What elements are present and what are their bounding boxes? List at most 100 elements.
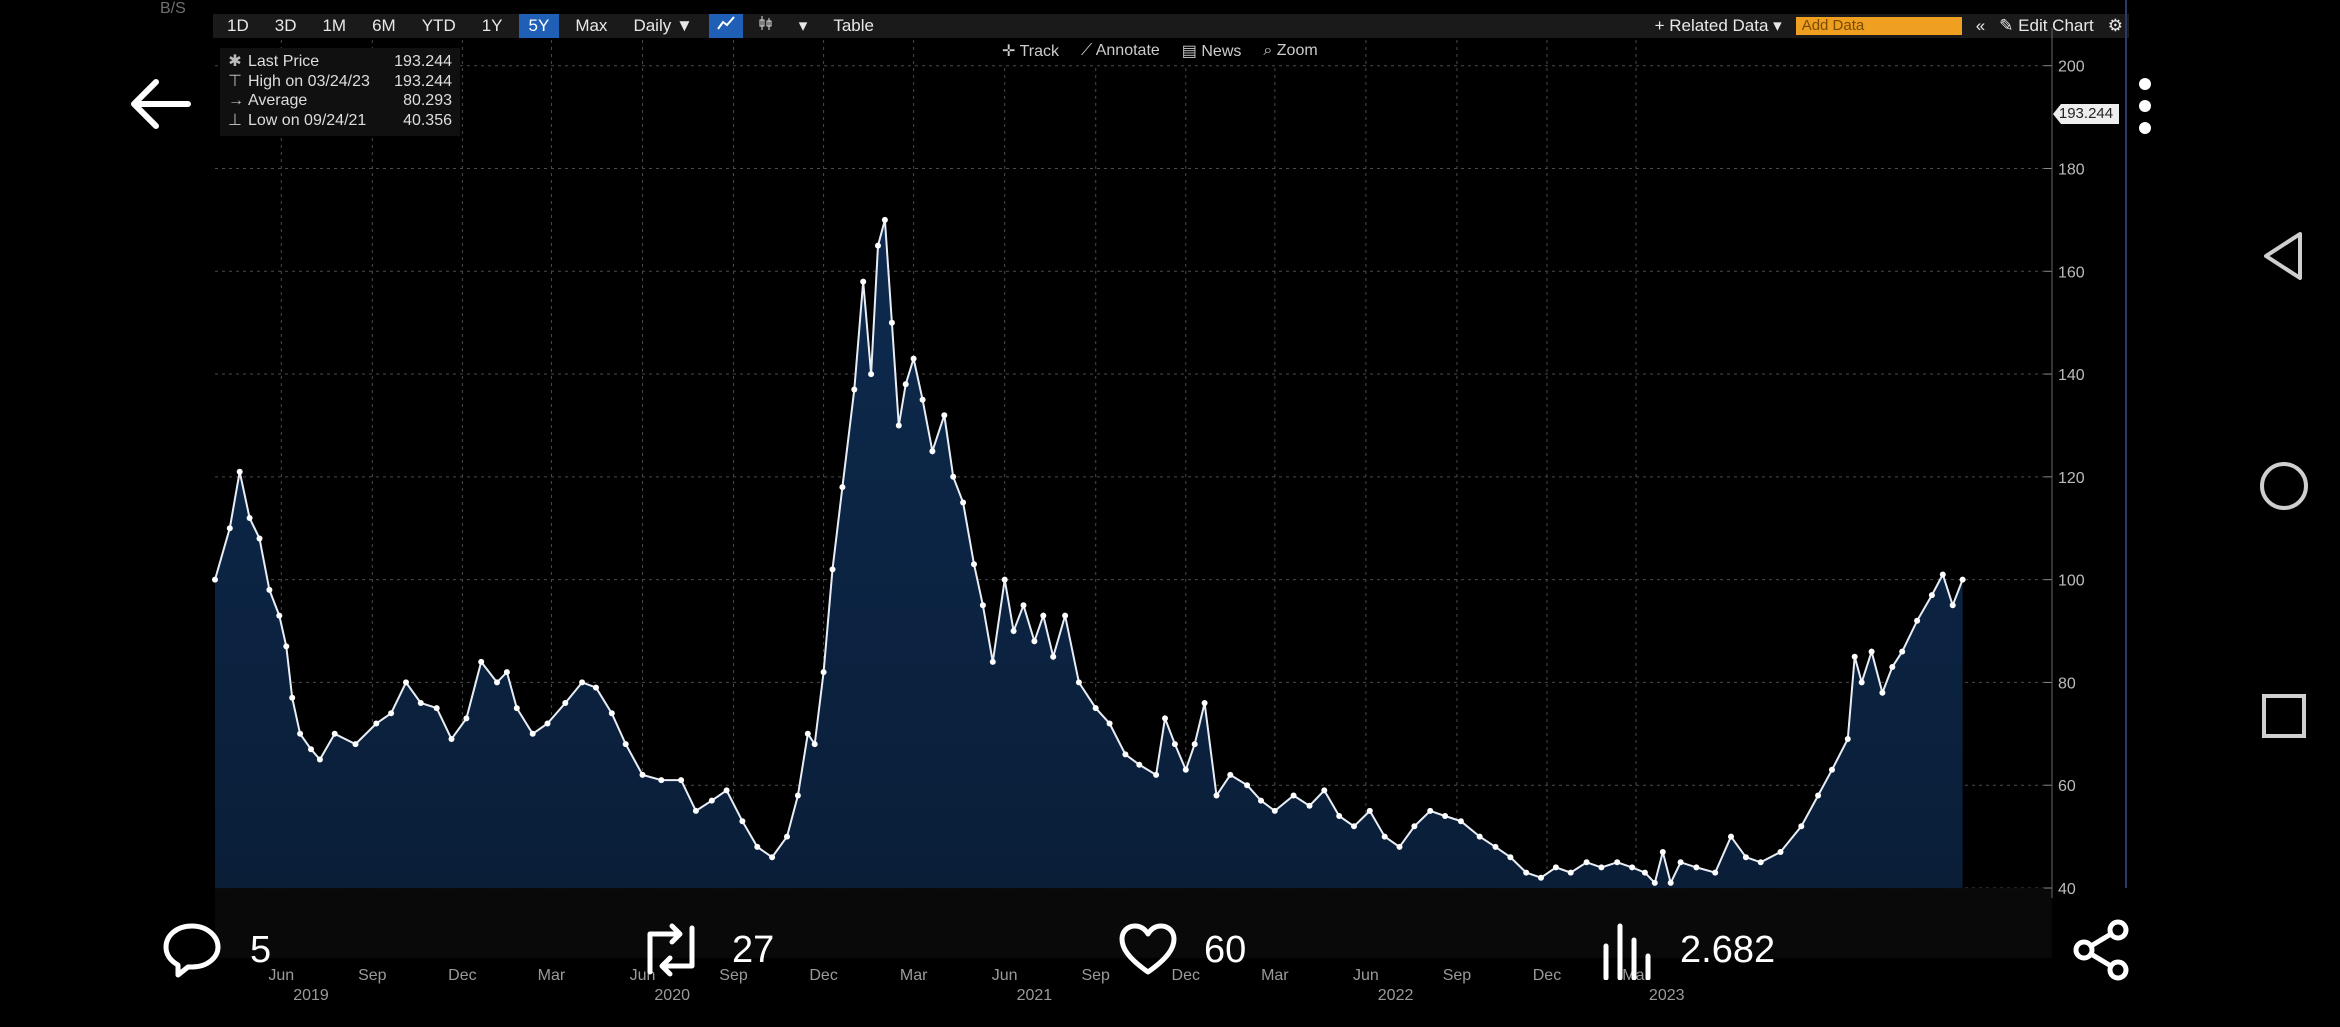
price-point [1307,803,1313,809]
price-point [1859,679,1865,685]
price-point [308,746,314,752]
annotate-tool[interactable]: ⟋ Annotate [1081,42,1160,60]
zoom-label: Zoom [1277,42,1318,59]
annotate-label: Annotate [1096,42,1160,59]
price-point [851,387,857,393]
price-point [1427,808,1433,814]
price-point [693,808,699,814]
price-point [1950,602,1956,608]
price-point [1829,767,1835,773]
price-point [980,602,986,608]
tweet-actions: 5 27 60 2.682 [0,910,2340,990]
legend-row-high: ⊤ High on 03/24/23 193.244 [228,72,452,92]
chart-legend: ✱Last Price 193.244 ⊤High on 03/24/23 19… [220,48,460,136]
price-point [769,854,775,860]
legend-row-average: →Average 80.293 [228,91,452,111]
price-point [1507,854,1513,860]
price-point [1002,577,1008,583]
y-tick-label: 160 [2058,264,2085,281]
price-point [332,731,338,737]
share-icon[interactable] [2072,918,2132,982]
price-point [1668,880,1674,886]
price-point [1889,664,1895,670]
zoom-tool[interactable]: ⌕ Zoom [1263,42,1317,60]
price-point [1523,870,1529,876]
comment-icon [160,920,224,980]
price-chart[interactable]: 406080100120140160180200 JunSepDecMarJun… [0,0,2340,1027]
square-recent-icon[interactable] [2256,688,2312,744]
news-tool[interactable]: ▤ News [1182,41,1242,61]
price-point [860,279,866,285]
heart-icon [1118,922,1178,978]
price-point [283,643,289,649]
price-point [388,710,394,716]
price-point [1258,798,1264,804]
legend-value: 40.356 [403,111,452,131]
price-point [941,412,947,418]
price-point [1652,880,1658,886]
price-point [1107,721,1113,727]
last-price-tag: 193.244 [2053,104,2119,124]
price-point [1568,870,1574,876]
price-point [1093,705,1099,711]
price-point [545,721,551,727]
y-tick-label: 60 [2058,778,2076,795]
price-point [1336,813,1342,819]
reply-count: 5 [250,929,271,972]
price-point [1940,572,1946,578]
price-point [1214,793,1220,799]
price-point [640,772,646,778]
legend-value: 80.293 [403,91,452,111]
price-point [1477,834,1483,840]
price-point [1678,859,1684,865]
price-point [227,525,233,531]
price-point [896,423,902,429]
price-point [1879,690,1885,696]
high-symbol: ⊤ [228,72,242,92]
arrow-left-icon[interactable] [128,78,192,130]
more-vertical-icon[interactable] [2130,76,2160,136]
price-point [373,721,379,727]
price-point [868,371,874,377]
price-point [449,736,455,742]
price-point [494,679,500,685]
y-tick-label: 200 [2058,59,2085,76]
retweet-button[interactable]: 27 [636,910,774,990]
y-tick-label: 40 [2058,881,2076,898]
price-point [1538,875,1544,881]
retweet-count: 27 [732,929,774,972]
track-tool[interactable]: ✛ Track [1002,41,1059,61]
price-point [1598,864,1604,870]
price-point [1192,741,1198,747]
price-point [1183,767,1189,773]
circle-home-icon[interactable] [2256,458,2312,514]
like-button[interactable]: 60 [1118,910,1246,990]
price-point [1845,736,1851,742]
price-point [1778,849,1784,855]
price-point [1493,844,1499,850]
price-point [1153,772,1159,778]
price-point [1798,823,1804,829]
price-point [929,448,935,454]
price-point [889,320,895,326]
triangle-back-icon[interactable] [2256,228,2312,284]
price-point [830,566,836,572]
reply-button[interactable]: 5 [160,910,271,990]
price-point [1076,679,1082,685]
legend-value: 193.244 [394,72,452,92]
legend-row-low: ⊥Low on 09/24/21 40.356 [228,111,452,131]
views-button[interactable]: 2.682 [1600,910,1775,990]
price-point [1202,700,1208,706]
price-point [1172,741,1178,747]
legend-label: High on 03/24/23 [248,72,370,92]
price-point [990,659,996,665]
price-point [562,700,568,706]
price-point [504,669,510,675]
legend-label: Last Price [248,52,319,72]
price-point [463,715,469,721]
price-point [593,685,599,691]
price-point [795,793,801,799]
price-point [317,757,323,763]
price-point [1629,864,1635,870]
price-point [821,669,827,675]
